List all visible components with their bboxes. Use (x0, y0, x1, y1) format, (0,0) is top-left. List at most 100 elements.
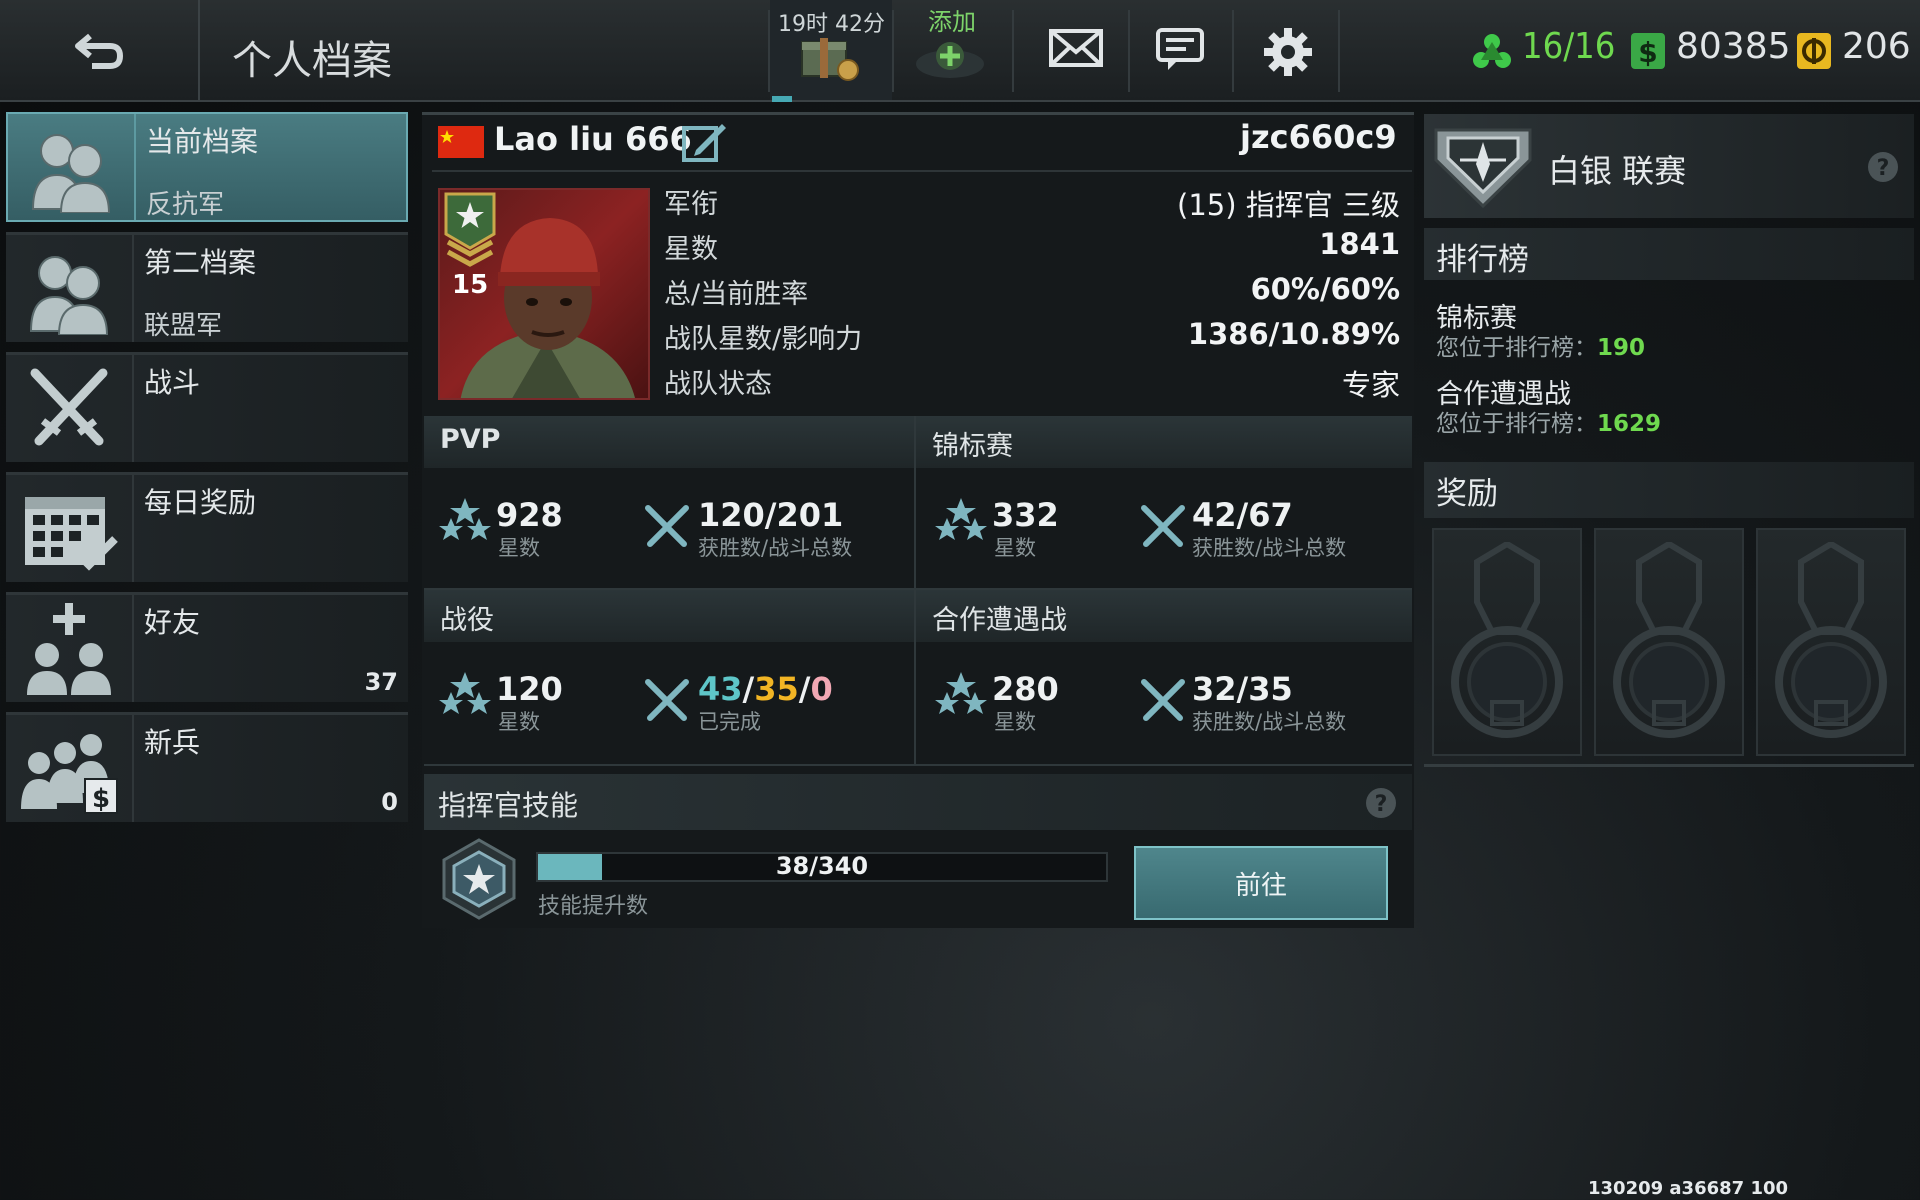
tournament-stars-caption: 星数 (994, 536, 1036, 560)
menu-daily-reward[interactable]: 每日奖励 (6, 472, 408, 582)
menu-current-profile[interactable]: 当前档案 反抗军 (6, 112, 408, 222)
recruits-cash-icon: $ (6, 715, 134, 822)
locked-medal-icon (1613, 542, 1725, 738)
stat-value: 1386/10.89% (1187, 317, 1400, 351)
player-id: jzc660c9 (1240, 118, 1397, 156)
swords-icon (645, 679, 689, 721)
stat-value: (15) 指挥官 三级 (1177, 188, 1400, 222)
stat-value: 1841 (1319, 227, 1400, 261)
stat-row-team-stars: 战队星数/影响力 1386/10.89% (664, 317, 1400, 361)
stat-row-rank: 军衔 (15) 指挥官 三级 (664, 182, 1400, 226)
rewards-title: 奖励 (1436, 476, 1498, 512)
menu-recruits[interactable]: $ 新兵 0 (6, 712, 408, 822)
divider (892, 10, 894, 92)
cash-counter: 80385 (1676, 26, 1791, 67)
add-reinforcement-icon[interactable] (910, 34, 990, 82)
tournament-stars: 332 (992, 496, 1059, 534)
commander-level: 15 (452, 270, 489, 300)
help-icon[interactable]: ? (1866, 150, 1900, 184)
timer-indicator (772, 96, 792, 102)
rank-prefix: 您位于排行榜： (1436, 411, 1597, 437)
divider (1012, 10, 1014, 92)
swords-icon (1141, 679, 1185, 721)
rank-coop-line: 您位于排行榜：1629 (1436, 404, 1661, 438)
mail-icon[interactable] (1048, 28, 1104, 68)
coop-stars: 280 (992, 670, 1059, 708)
coop-wins-caption: 获胜数/战斗总数 (1192, 710, 1347, 734)
energy-icon (1473, 34, 1511, 68)
coop-stars-caption: 星数 (994, 710, 1036, 734)
gold-counter: 206 (1842, 26, 1911, 67)
campaign-completed-c: 0 (810, 670, 833, 708)
rank-prefix: 您位于排行榜： (1436, 335, 1597, 361)
stat-row-stars: 星数 1841 (664, 227, 1400, 271)
ranking-title: 排行榜 (1436, 242, 1529, 278)
svg-text:?: ? (1375, 792, 1388, 817)
locked-medal-icon (1451, 542, 1563, 738)
go-button[interactable]: 前往 (1134, 846, 1388, 920)
gear-icon[interactable] (1262, 26, 1314, 78)
rank-tournament-line: 您位于排行榜：190 (1436, 328, 1645, 362)
divider (1424, 764, 1914, 767)
chat-icon[interactable] (1156, 28, 1208, 74)
campaign-completed: 43/35/0 (698, 670, 833, 708)
svg-text:$: $ (1638, 36, 1657, 69)
svg-text:$: $ (92, 784, 110, 814)
menu-battle[interactable]: 战斗 (6, 352, 408, 462)
coop-wins: 32/35 (1192, 670, 1293, 708)
calendar-check-icon (6, 475, 134, 582)
rank-coop-value: 1629 (1597, 411, 1662, 437)
rank-badge-icon (444, 192, 496, 267)
cash-icon[interactable]: $ (1630, 32, 1666, 70)
pvp-stars: 928 (496, 496, 563, 534)
reward-slot[interactable] (1432, 528, 1582, 756)
divider (424, 764, 1412, 766)
friends-count: 37 (364, 668, 398, 696)
reward-slot[interactable] (1594, 528, 1744, 756)
edit-name-icon[interactable] (682, 122, 728, 162)
pvp-wins: 120/201 (698, 496, 844, 534)
divider (914, 416, 916, 764)
menu-second-profile[interactable]: 第二档案 联盟军 (6, 232, 408, 342)
skill-progress-text: 38/340 (775, 852, 869, 880)
section-pvp-title: PVP (424, 416, 914, 468)
menu-friends[interactable]: 好友 37 (6, 592, 408, 702)
stat-value: 60%/60% (1250, 272, 1400, 306)
pvp-stars-caption: 星数 (498, 536, 540, 560)
section-coop-title: 合作遭遇战 (916, 590, 1412, 642)
skill-progress-caption: 技能提升数 (538, 894, 649, 919)
pvp-wins-caption: 获胜数/战斗总数 (698, 536, 853, 560)
locked-medal-icon (1775, 542, 1887, 738)
energy-counter: 16/16 (1522, 26, 1616, 67)
stat-label: 战队状态 (664, 369, 772, 400)
stat-label: 总/当前胜率 (664, 279, 809, 310)
tournament-wins: 42/67 (1192, 496, 1293, 534)
skills-title: 指挥官技能 (438, 789, 579, 822)
campaign-completed-caption: 已完成 (698, 710, 761, 734)
stat-label: 战队星数/影响力 (664, 324, 863, 355)
menu-sub-label: 联盟军 (144, 311, 223, 341)
swords-icon (1141, 505, 1185, 547)
stat-label: 军衔 (664, 189, 718, 220)
league-name: 白银 联赛 (1548, 152, 1687, 190)
back-button[interactable] (0, 0, 200, 100)
stat-row-team-status: 战队状态 专家 (664, 362, 1400, 406)
menu-label: 第二档案 (144, 246, 257, 279)
menu-sub-label: 反抗军 (146, 190, 225, 220)
build-info: 130209 a36687 100 MS:2a6a4371a (1588, 1178, 1789, 1200)
friends-add-icon (6, 595, 134, 702)
section-campaign-title: 战役 (424, 590, 914, 642)
add-label: 添加 (928, 8, 976, 36)
gold-icon[interactable] (1796, 32, 1832, 70)
skill-star-emblem-icon (442, 838, 516, 920)
help-icon[interactable]: ? (1364, 786, 1398, 820)
campaign-completed-b: 35 (754, 670, 799, 708)
campaign-stars-caption: 星数 (498, 710, 540, 734)
tournament-wins-caption: 获胜数/战斗总数 (1192, 536, 1347, 560)
menu-label: 每日奖励 (144, 486, 257, 519)
reward-slot[interactable] (1756, 528, 1906, 756)
menu-label: 新兵 (144, 726, 201, 759)
recruits-count: 0 (381, 788, 398, 816)
swords-icon (645, 505, 689, 547)
crossed-swords-icon (6, 355, 134, 462)
